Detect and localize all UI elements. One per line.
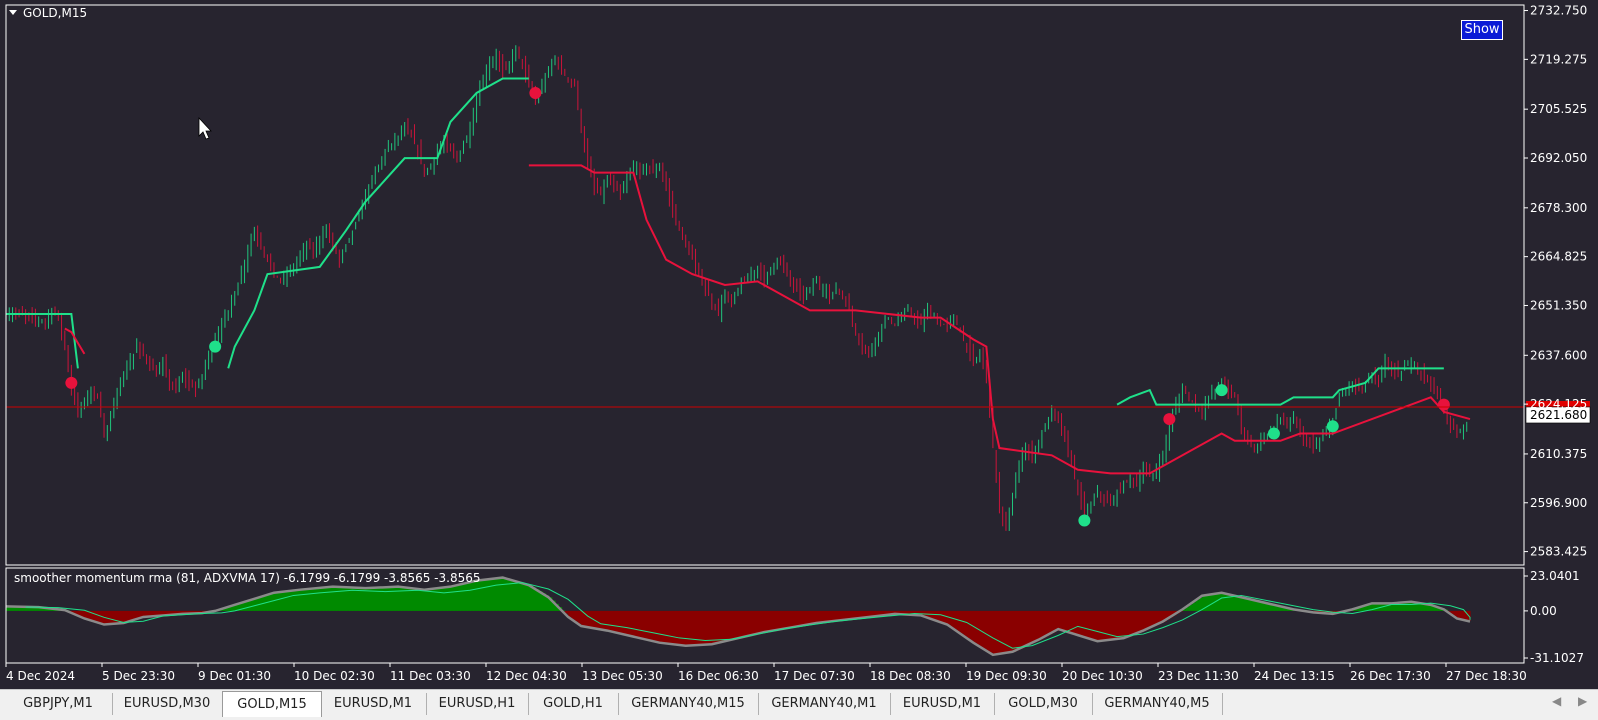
sell-signal-marker[interactable] [529, 86, 542, 99]
sell-signal-marker[interactable] [65, 376, 78, 389]
time-tick-label: 23 Dec 11:30 [1158, 669, 1239, 683]
price-tick-label: 2583.425 [1530, 545, 1587, 559]
buy-signal-marker[interactable] [1326, 420, 1339, 433]
time-tick-label: 20 Dec 10:30 [1062, 669, 1143, 683]
momentum-tick-label: -31.1027 [1530, 651, 1584, 665]
price-tick-label: 2732.750 [1530, 4, 1587, 18]
price-tick-label: 2651.350 [1530, 298, 1587, 312]
price-tick-label: 2637.600 [1530, 348, 1587, 362]
tab-germany40-m15[interactable]: GERMANY40,M15 [618, 693, 759, 715]
tab-eurusd-m1[interactable]: EURUSD,M1 [890, 693, 995, 715]
symbol-title-text: GOLD,M15 [23, 6, 87, 20]
buy-signal-marker[interactable] [1267, 427, 1280, 440]
tab-gbpjpy-m1[interactable]: GBPJPY,M1 [4, 693, 113, 715]
sell-signal-marker[interactable] [1437, 398, 1450, 411]
buy-signal-marker[interactable] [209, 340, 222, 353]
show-button[interactable]: Show [1461, 20, 1503, 40]
time-tick-label: 26 Dec 17:30 [1350, 669, 1431, 683]
tab-gold-m15[interactable]: GOLD,M15 [222, 691, 322, 717]
price-tick-label: 2678.300 [1530, 201, 1587, 215]
time-tick-label: 5 Dec 23:30 [102, 669, 175, 683]
chart-canvas[interactable]: 2621.6802732.7502719.2752705.5252692.050… [0, 0, 1598, 689]
time-tick-label: 11 Dec 03:30 [390, 669, 471, 683]
sell-signal-marker[interactable] [1163, 413, 1176, 426]
time-tick-label: 27 Dec 18:30 [1446, 669, 1527, 683]
scroll-right-icon[interactable]: ▶ [1578, 694, 1587, 708]
price-tick-label: 2705.525 [1530, 102, 1587, 116]
time-tick-label: 18 Dec 08:30 [870, 669, 951, 683]
time-tick-label: 17 Dec 07:30 [774, 669, 855, 683]
chart-tabs-bar: GBPJPY,M1 EURUSD,M30 GOLD,M15 EURUSD,M1 EURU… [0, 689, 1598, 720]
chart-background [0, 0, 1598, 689]
price-tick-label: 2692.050 [1530, 151, 1587, 165]
time-tick-label: 16 Dec 06:30 [678, 669, 759, 683]
tab-germany40-m5[interactable]: GERMANY40,M5 [1092, 693, 1223, 715]
time-tick-label: 19 Dec 09:30 [966, 669, 1047, 683]
time-tick-label: 13 Dec 05:30 [582, 669, 663, 683]
price-tick-label: 2664.825 [1530, 250, 1587, 264]
scroll-left-icon[interactable]: ◀ [1552, 694, 1561, 708]
tab-gold-m30[interactable]: GOLD,M30 [994, 693, 1093, 715]
time-tick-label: 12 Dec 04:30 [486, 669, 567, 683]
momentum-tick-label: 23.0401 [1530, 569, 1580, 583]
time-tick-label: 4 Dec 2024 [6, 669, 75, 683]
time-tick-label: 9 Dec 01:30 [198, 669, 271, 683]
tab-eurusd-m30[interactable]: EURUSD,M30 [112, 693, 223, 715]
tab-germany40-m1[interactable]: GERMANY40,M1 [758, 693, 891, 715]
indicator-label: smoother momentum rma (81, ADXVMA 17) -6… [14, 571, 481, 585]
buy-signal-marker[interactable] [1078, 514, 1091, 527]
time-tick-label: 10 Dec 02:30 [294, 669, 375, 683]
tab-eurusd-m1[interactable]: EURUSD,M1 [320, 693, 427, 715]
tab-gold-h1[interactable]: GOLD,H1 [528, 693, 619, 715]
price-tick-label: 2610.375 [1530, 447, 1587, 461]
time-tick-label: 24 Dec 13:15 [1254, 669, 1335, 683]
price-tick-label: 2596.900 [1530, 496, 1587, 510]
price-tick-label: 2624.125 [1530, 397, 1587, 411]
price-tick-label: 2719.275 [1530, 52, 1587, 66]
tab-eurusd-h1[interactable]: EURUSD,H1 [426, 693, 529, 715]
buy-signal-marker[interactable] [1215, 384, 1228, 397]
momentum-tick-label: 0.00 [1530, 604, 1557, 618]
